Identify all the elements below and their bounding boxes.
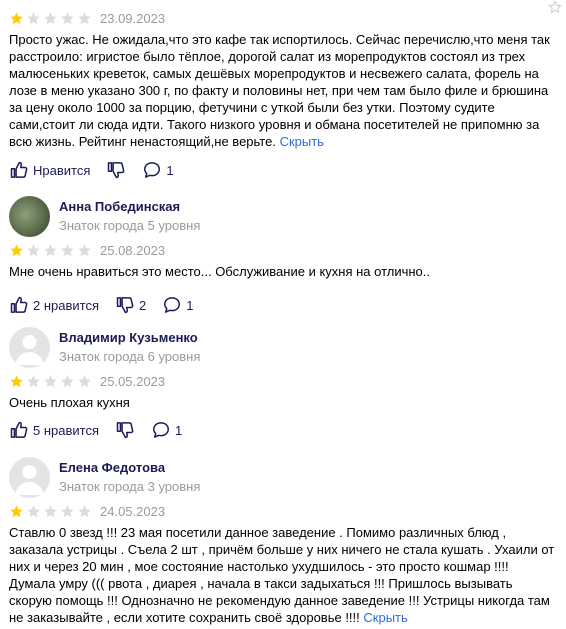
- review-rating-row: 25.05.2023: [9, 371, 557, 391]
- review-item: Елена Федотова Знаток города 3 уровня 24…: [9, 457, 557, 626]
- comment-button[interactable]: 1: [151, 420, 182, 440]
- like-button[interactable]: 2 нравится: [9, 295, 99, 315]
- like-label: Нравится: [33, 162, 91, 178]
- like-button[interactable]: 5 нравится: [9, 420, 99, 440]
- comment-icon: [142, 160, 162, 180]
- comment-count: 1: [186, 297, 194, 313]
- star-filled-icon: [9, 504, 24, 519]
- author-level: Знаток города 3 уровня: [59, 479, 201, 494]
- review-item: Владимир Кузьменко Знаток города 6 уровн…: [9, 327, 557, 441]
- review-text: Просто ужас. Не ожидала,что это кафе так…: [9, 31, 557, 150]
- comment-button[interactable]: 1: [162, 295, 193, 315]
- star-empty-icon: [26, 11, 41, 26]
- review-actions: 2 нравится 2 1: [9, 294, 557, 316]
- comment-icon: [151, 420, 171, 440]
- review-header: Владимир Кузьменко Знаток города 6 уровн…: [9, 327, 557, 371]
- star-empty-icon: [43, 504, 58, 519]
- star-empty-icon: [43, 243, 58, 258]
- like-button[interactable]: Нравится: [9, 160, 90, 180]
- review-date: 25.08.2023: [100, 242, 166, 258]
- dislike-icon: [106, 160, 126, 180]
- review-header: Елена Федотова Знаток города 3 уровня: [9, 457, 557, 501]
- star-empty-icon: [43, 374, 58, 389]
- star-empty-icon: [43, 11, 58, 26]
- author-level: Знаток города 6 уровня: [59, 349, 201, 364]
- star-filled-icon: [9, 11, 24, 26]
- like-icon: [9, 420, 29, 440]
- review-actions: Нравится 1: [9, 159, 557, 181]
- like-label: 2 нравится: [33, 297, 99, 313]
- review-item: Анна Побединская Знаток города 5 уровня …: [9, 196, 557, 316]
- author-level: Знаток города 5 уровня: [59, 218, 201, 233]
- star-empty-icon: [77, 11, 92, 26]
- avatar[interactable]: [9, 196, 50, 237]
- like-label: 5 нравится: [33, 422, 99, 438]
- comment-count: 1: [175, 422, 183, 438]
- hide-link[interactable]: Скрыть: [280, 134, 324, 149]
- review-text: Очень плохая кухня: [9, 395, 130, 410]
- author-name[interactable]: Владимир Кузьменко: [59, 330, 198, 345]
- star-rating: [9, 11, 92, 26]
- star-rating: [9, 504, 92, 519]
- star-empty-icon: [60, 243, 75, 258]
- dislike-icon: [115, 295, 135, 315]
- star-empty-icon: [77, 504, 92, 519]
- star-empty-icon: [60, 374, 75, 389]
- dislike-button[interactable]: [106, 160, 126, 180]
- star-empty-icon: [77, 374, 92, 389]
- review-body: Просто ужас. Не ожидала,что это кафе так…: [9, 32, 550, 149]
- dislike-button[interactable]: [115, 420, 135, 440]
- review-actions: 5 нравится 1: [9, 419, 557, 441]
- review-text: Мне очень нравиться это место... Обслужи…: [9, 264, 430, 279]
- comment-count: 1: [166, 162, 174, 178]
- author-name[interactable]: Анна Побединская: [59, 199, 180, 214]
- star-empty-icon: [60, 504, 75, 519]
- star-empty-icon: [26, 243, 41, 258]
- default-avatar-icon[interactable]: [9, 457, 50, 498]
- dislike-count: 2: [139, 297, 147, 313]
- review-rating-row: 23.09.2023: [9, 8, 557, 28]
- star-empty-icon: [26, 504, 41, 519]
- default-avatar-icon[interactable]: [9, 327, 50, 368]
- review-header: Анна Побединская Знаток города 5 уровня: [9, 196, 557, 240]
- like-icon: [9, 160, 29, 180]
- author-name[interactable]: Елена Федотова: [59, 460, 165, 475]
- star-empty-icon: [77, 243, 92, 258]
- review-body: Ставлю 0 звезд !!! 23 мая посетили данно…: [9, 525, 555, 625]
- dislike-icon: [115, 420, 135, 440]
- comment-button[interactable]: 1: [142, 160, 174, 180]
- like-icon: [9, 295, 29, 315]
- hide-link[interactable]: Скрыть: [363, 610, 407, 625]
- review-date: 24.05.2023: [100, 503, 166, 519]
- star-rating: [9, 243, 92, 258]
- review-date: 23.09.2023: [100, 10, 166, 26]
- star-rating: [9, 374, 92, 389]
- star-filled-icon: [9, 243, 24, 258]
- review-date: 25.05.2023: [100, 373, 166, 389]
- star-empty-icon: [26, 374, 41, 389]
- star-empty-icon: [60, 11, 75, 26]
- dislike-button[interactable]: 2: [115, 295, 146, 315]
- review-rating-row: 25.08.2023: [9, 240, 557, 260]
- review-rating-row: 24.05.2023: [9, 501, 557, 521]
- star-filled-icon: [9, 374, 24, 389]
- review-item: 23.09.2023 Просто ужас. Не ожидала,что э…: [9, 8, 557, 181]
- review-text: Ставлю 0 звезд !!! 23 мая посетили данно…: [9, 524, 557, 626]
- comment-icon: [162, 295, 182, 315]
